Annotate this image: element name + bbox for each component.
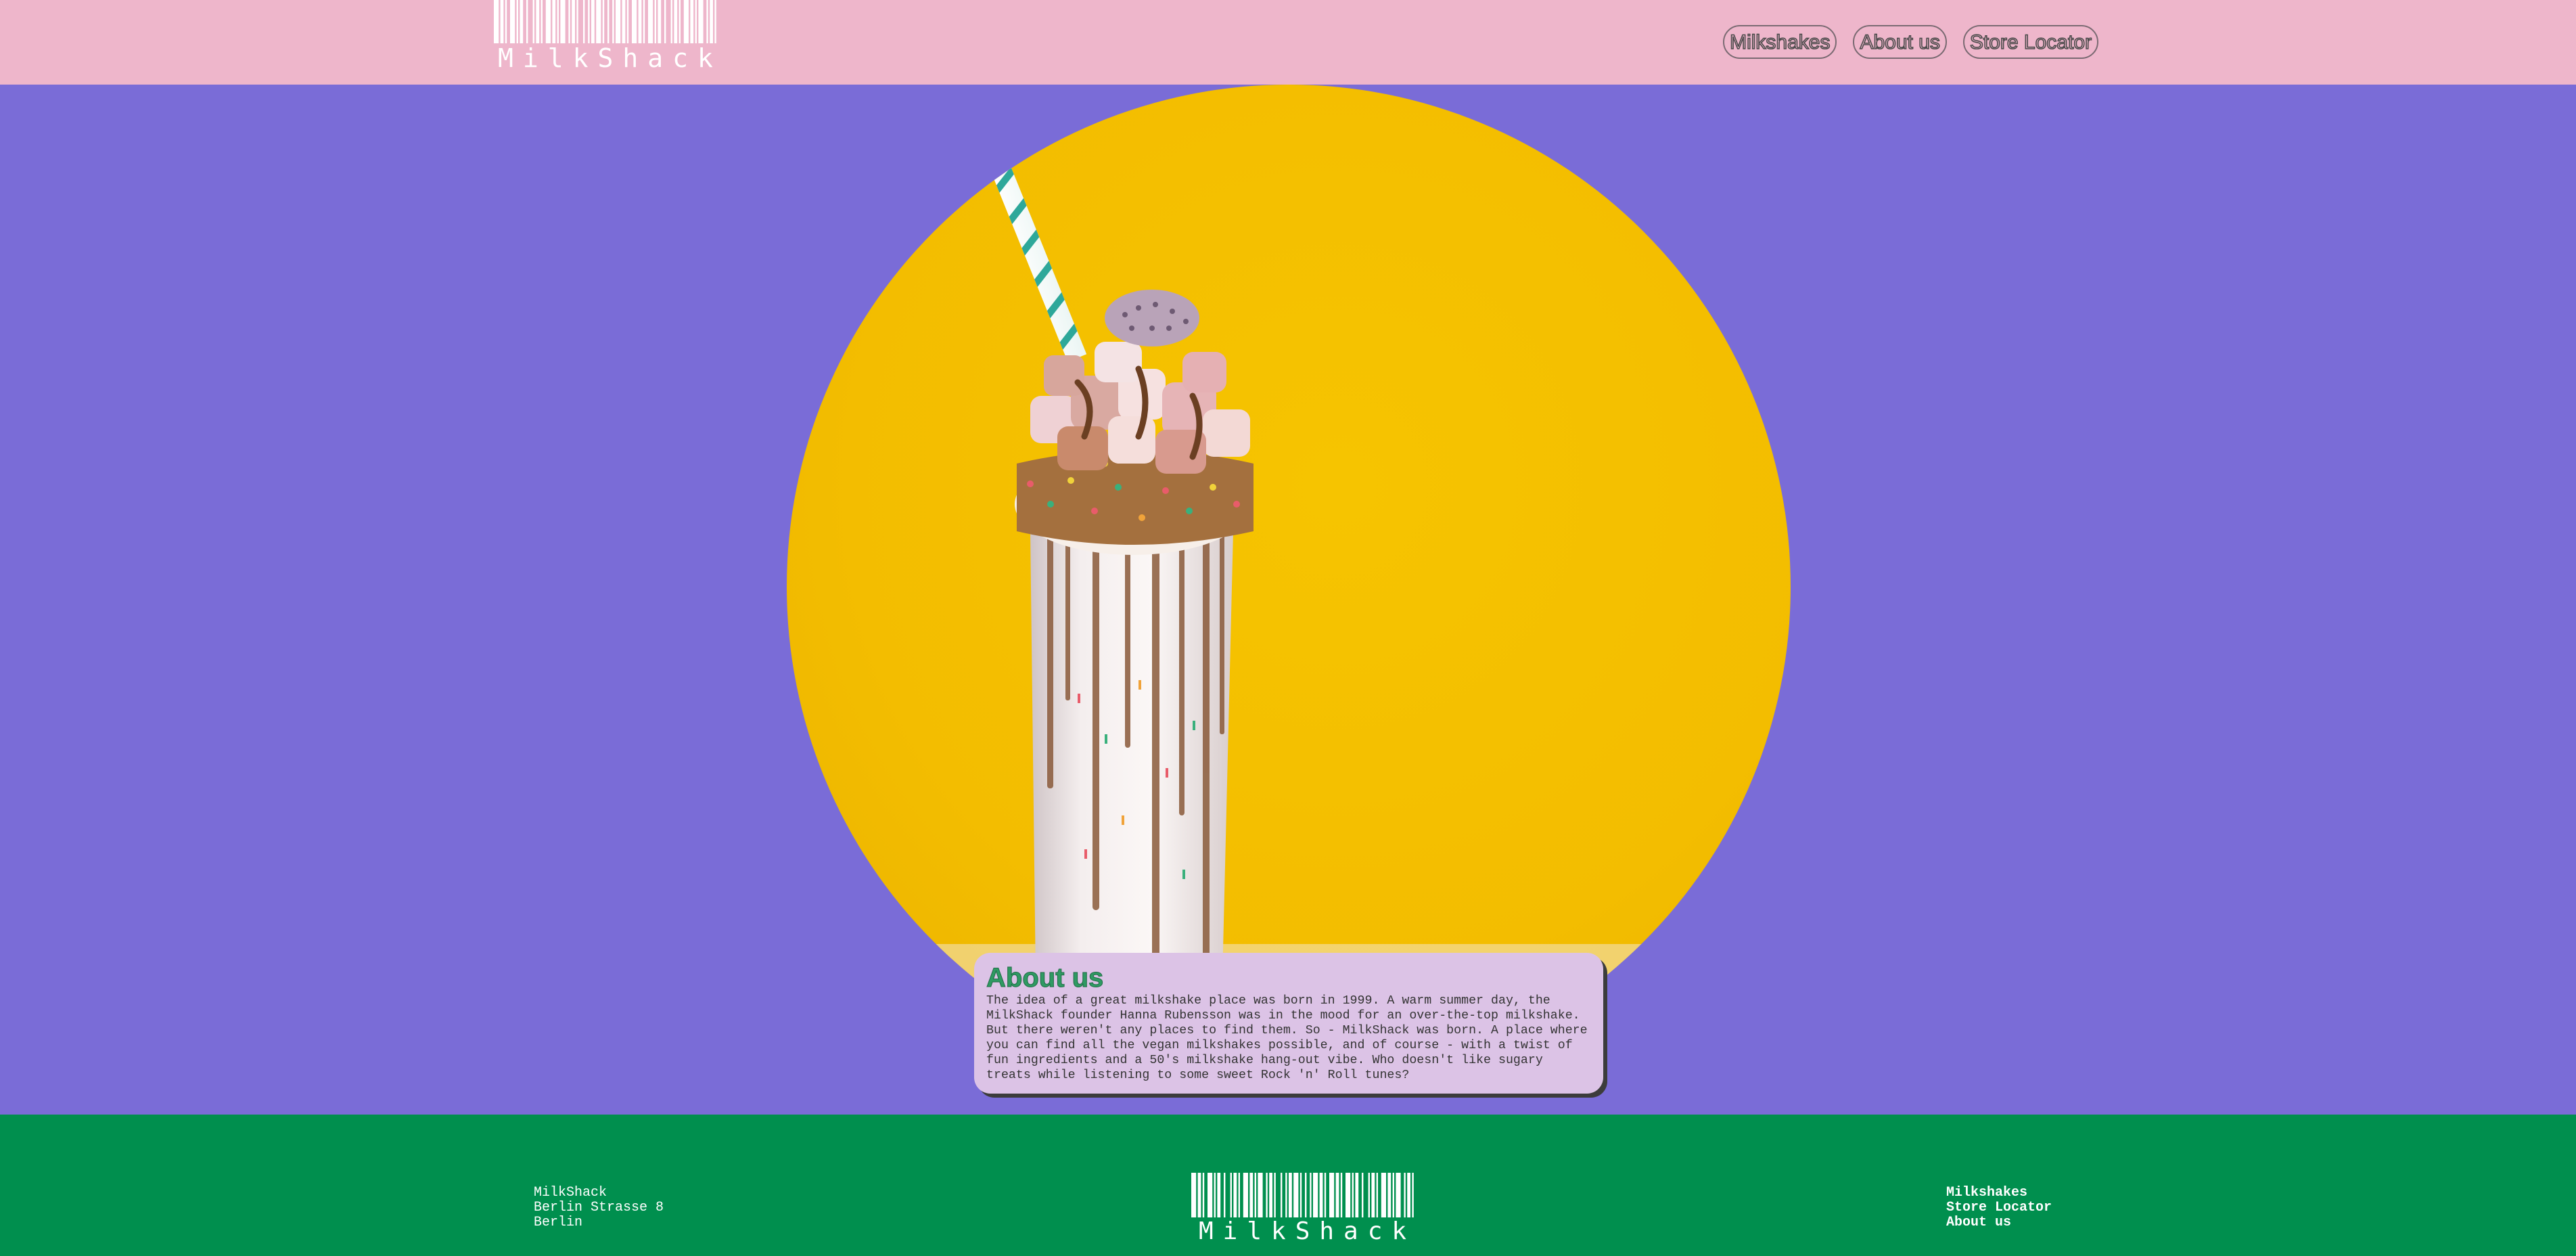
- site-header: MilkShack Milkshakes About us Store Loca…: [0, 0, 2576, 85]
- footer-link-about-us[interactable]: About us: [1946, 1215, 2052, 1230]
- footer-address: MilkShack Berlin Strasse 8 Berlin: [534, 1186, 664, 1230]
- barcode-icon: [493, 0, 716, 43]
- hero-image: [787, 85, 1791, 1089]
- footer-links: Milkshakes Store Locator About us: [1946, 1186, 2052, 1230]
- nav-milkshakes-button[interactable]: Milkshakes: [1723, 25, 1837, 59]
- barcode-icon: [1191, 1173, 1414, 1217]
- about-us-text: The idea of a great milkshake place was …: [986, 994, 1588, 1082]
- nav-store-locator-button[interactable]: Store Locator: [1962, 25, 2098, 59]
- header-logo[interactable]: MilkShack: [488, 0, 722, 71]
- site-footer: MilkShack Berlin Strasse 8 Berlin MilkSh…: [0, 1115, 2576, 1256]
- footer-address-line: Berlin: [534, 1215, 583, 1230]
- logo-text: MilkShack: [1199, 1217, 1417, 1245]
- about-us-card: About us The idea of a great milkshake p…: [974, 953, 1603, 1094]
- straw: [976, 128, 1087, 362]
- milkshake-illustration: [787, 128, 1791, 1089]
- main-nav: Milkshakes About us Store Locator: [1723, 25, 2098, 59]
- hero-section: About us The idea of a great milkshake p…: [0, 85, 2576, 1115]
- footer-address-line: Berlin Strasse 8: [534, 1200, 664, 1215]
- about-us-title: About us: [986, 963, 1104, 993]
- footer-address-line: MilkShack: [534, 1185, 607, 1201]
- footer-logo[interactable]: MilkShack: [1189, 1173, 1416, 1244]
- nav-about-us-button[interactable]: About us: [1853, 25, 1947, 59]
- footer-link-milkshakes[interactable]: Milkshakes: [1946, 1186, 2052, 1201]
- footer-link-store-locator[interactable]: Store Locator: [1946, 1201, 2052, 1215]
- logo-text: MilkShack: [498, 43, 722, 73]
